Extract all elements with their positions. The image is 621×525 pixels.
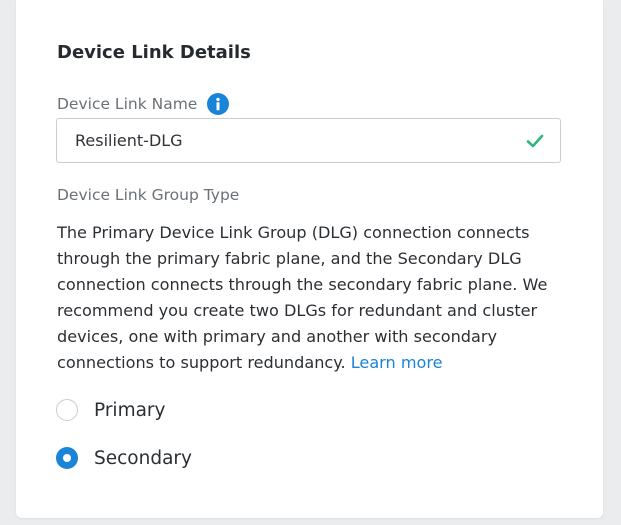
description-line: The Primary Device Link Group (DLG) conn… <box>57 223 530 242</box>
radio-label-secondary[interactable]: Secondary <box>94 448 192 469</box>
learn-more-link[interactable]: Learn more <box>351 353 443 372</box>
check-icon <box>526 134 544 148</box>
description-line: connection connects through the secondar… <box>57 275 548 294</box>
device-link-group-type-label: Device Link Group Type <box>57 186 240 204</box>
device-link-name-label: Device Link Name <box>57 93 230 115</box>
description-line: through the primary fabric plane, and th… <box>57 249 522 268</box>
radio-button-primary[interactable] <box>56 399 78 421</box>
device-link-name-label-text: Device Link Name <box>57 95 198 113</box>
description-line-text: connections to support redundancy. <box>57 353 346 372</box>
device-link-details-card: Device Link Details Device Link Name Res… <box>16 0 603 518</box>
radio-option-secondary[interactable]: Secondary <box>56 447 192 469</box>
radio-label-primary[interactable]: Primary <box>94 400 166 421</box>
device-link-name-input[interactable]: Resilient-DLG <box>56 118 561 163</box>
info-icon[interactable] <box>207 93 230 115</box>
description-line-last: connections to support redundancy. Learn… <box>57 350 567 376</box>
section-title: Device Link Details <box>57 42 251 63</box>
radio-option-primary[interactable]: Primary <box>56 399 166 421</box>
description-line: recommend you create two DLGs for redund… <box>57 301 538 320</box>
device-link-name-value[interactable]: Resilient-DLG <box>75 131 183 150</box>
group-type-description: The Primary Device Link Group (DLG) conn… <box>57 220 567 376</box>
description-line: devices, one with primary and another wi… <box>57 327 498 346</box>
radio-button-secondary[interactable] <box>56 447 78 469</box>
